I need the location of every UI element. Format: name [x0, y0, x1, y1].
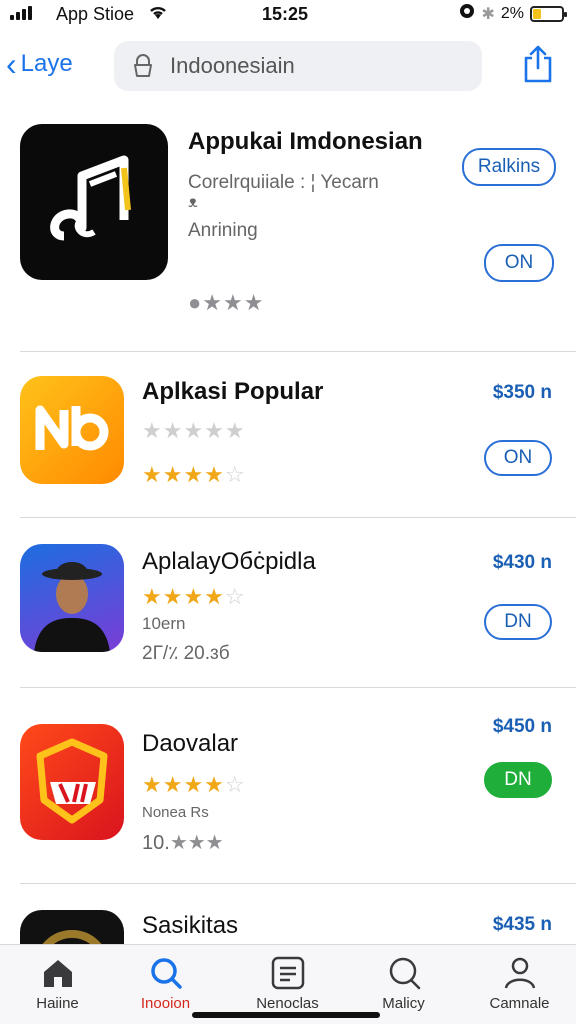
- rating-badge-icon: ●: [188, 290, 203, 315]
- app-meta-line: 2Г/٪ 20.ɜб: [142, 643, 230, 664]
- app-meta-line: 10ern: [142, 614, 186, 633]
- app-price: $350 n: [492, 382, 552, 403]
- rating-stars-placeholder: ★★★★★: [142, 418, 246, 443]
- app-row[interactable]: Sasikitas $435 n: [0, 884, 576, 970]
- share-icon[interactable]: [520, 44, 556, 84]
- app-row[interactable]: Daovalar $450 n ★★★★☆ Nonea Rs 10.★★★ DN: [0, 688, 576, 884]
- back-label: Laye: [20, 50, 73, 77]
- app-icon-shield: [20, 724, 124, 840]
- get-button[interactable]: DN: [484, 604, 552, 640]
- tab-label: Malicy: [382, 995, 425, 1012]
- rating-stars: ★★★★☆: [142, 462, 246, 487]
- carrier-label: App Stioe: [56, 4, 135, 24]
- battery-percent: 2%: [500, 4, 524, 22]
- get-button[interactable]: ON: [484, 244, 554, 282]
- house-icon: [43, 960, 72, 987]
- tab-bar: Haiine Inooion Nenoclas Malicy Camnale: [0, 944, 576, 1024]
- tab-profile[interactable]: Camnale: [462, 945, 576, 1024]
- lock-icon: [134, 54, 152, 77]
- app-icon-music: [20, 124, 168, 280]
- tab-label: Nenoclas: [256, 995, 319, 1012]
- back-button[interactable]: ‹ Laye: [6, 48, 73, 80]
- app-meta-rating: 10.★★★: [142, 832, 224, 854]
- featured-app-status: Anrining: [188, 220, 258, 241]
- tab-label: Camnale: [489, 995, 550, 1012]
- featured-app-category: Corelrquiiale : ¦ Yecarn: [188, 172, 379, 193]
- app-price: $450 n: [492, 716, 552, 737]
- app-title: AplalayOбċpidla: [142, 548, 316, 575]
- battery-icon: [530, 5, 567, 22]
- featured-app-extra: ᴥ: [188, 194, 198, 211]
- rating-stars: ★★★★☆: [142, 584, 246, 609]
- app-icon-avatar: [20, 544, 124, 652]
- tab-label: Inooion: [140, 995, 191, 1012]
- chevron-left-icon: ‹: [6, 46, 17, 82]
- status-bar: App Stioe 15:25 ✱ 2%: [0, 0, 576, 30]
- featured-app-title: Appukai Imdonesian: [188, 128, 423, 155]
- app-row[interactable]: AplalayOбċpidla $430 n ★★★★☆ 10ern 2Г/٪ …: [0, 518, 576, 688]
- app-list: Appukai Imdonesian Corelrquiiale : ¦ Yec…: [0, 112, 576, 970]
- app-title: Aplkasi Popular: [142, 378, 324, 405]
- rating-stars: ●★★★: [188, 290, 265, 315]
- home-indicator[interactable]: [192, 1012, 380, 1018]
- tab-label: Haiine: [36, 995, 79, 1012]
- bluetooth-icon: ✱: [481, 5, 495, 23]
- signal-icon: [10, 6, 32, 20]
- get-button[interactable]: DN: [484, 762, 552, 798]
- search-input[interactable]: [170, 53, 450, 79]
- app-meta-line: Nonea Rs: [142, 804, 209, 821]
- app-price: $430 n: [492, 552, 552, 573]
- search-icon: [389, 957, 420, 990]
- person-icon: [504, 957, 535, 989]
- rankings-button[interactable]: Ralkins: [462, 148, 556, 186]
- app-price: $435 n: [492, 914, 552, 935]
- app-title: Sasikitas: [142, 912, 239, 939]
- app-icon-nb: [20, 376, 124, 484]
- search-icon: [150, 958, 182, 989]
- featured-app-row[interactable]: Appukai Imdonesian Corelrquiiale : ¦ Yec…: [0, 112, 576, 352]
- navigation-bar: ‹ Laye: [0, 36, 576, 96]
- list-icon: [271, 956, 304, 990]
- app-title: Daovalar: [142, 730, 239, 757]
- lock-rotation-icon: [459, 3, 475, 24]
- app-row[interactable]: Aplkasi Popular $350 n ★★★★★ ★★★★☆ ON: [0, 352, 576, 518]
- tab-home[interactable]: Haiine: [0, 945, 115, 1024]
- search-field[interactable]: [114, 41, 482, 91]
- get-button[interactable]: ON: [484, 440, 552, 476]
- rating-stars: ★★★★☆: [142, 772, 246, 797]
- wifi-icon: [148, 3, 168, 26]
- clock-time: 15:25: [262, 4, 309, 24]
